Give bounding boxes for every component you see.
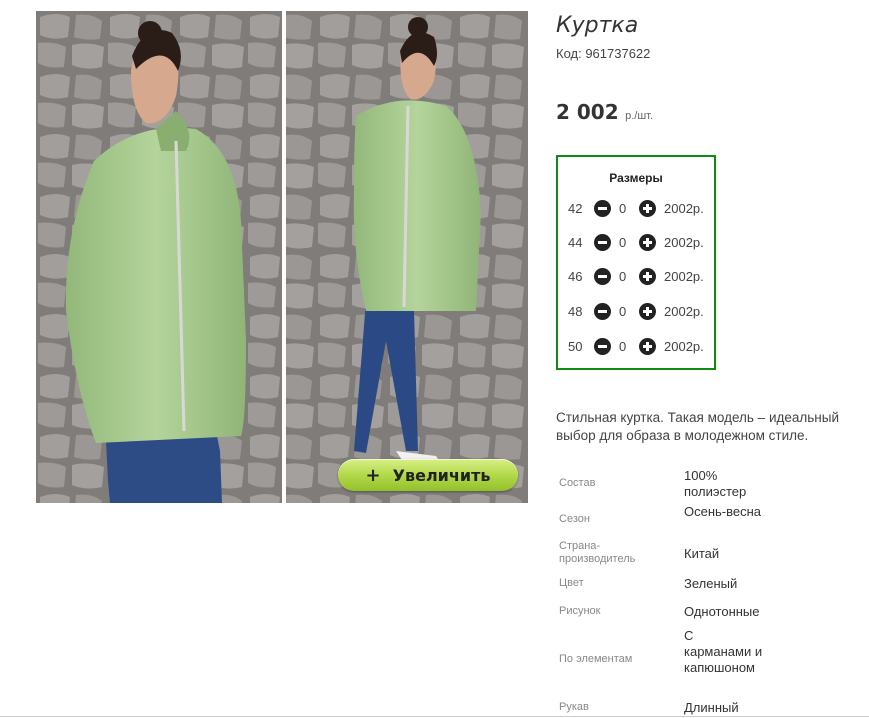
plus-icon[interactable] (639, 268, 656, 285)
size-quantity: 0 (619, 269, 627, 284)
product-image (36, 11, 528, 503)
product-title: Куртка (556, 13, 639, 38)
product-sku: Код: 961737622 (556, 46, 651, 61)
property-name: Страна-производитель (559, 540, 636, 565)
property-name: По элементам (559, 653, 633, 665)
size-row: 50 0 2002р. (558, 336, 714, 358)
property-name: Рисунок (559, 605, 601, 617)
size-row: 42 0 2002р. (558, 198, 714, 220)
plus-icon: + (365, 464, 381, 486)
price-amount: 2 002 (556, 100, 619, 124)
size-label: 48 (568, 304, 583, 319)
minus-icon[interactable] (594, 234, 611, 251)
minus-icon[interactable] (594, 200, 611, 217)
size-row: 44 0 2002р. (558, 232, 714, 254)
size-label: 42 (568, 201, 583, 216)
property-value: Однотонные (684, 604, 760, 619)
product-price: 2 002 р./шт. (556, 100, 653, 124)
size-quantity: 0 (619, 304, 627, 319)
size-row: 48 0 2002р. (558, 301, 714, 323)
plus-icon[interactable] (639, 338, 656, 355)
size-label: 50 (568, 339, 583, 354)
size-quantity: 0 (619, 339, 627, 354)
property-value: 100% полиэстер (684, 468, 747, 499)
minus-icon[interactable] (594, 338, 611, 355)
size-quantity: 0 (619, 201, 627, 216)
zoom-button-label: Увеличить (392, 465, 491, 485)
plus-icon[interactable] (639, 234, 656, 251)
zoom-button[interactable]: + Увеличить (338, 459, 518, 491)
sizes-box: Размеры 42 0 2002р. 44 0 2002р. 46 0 200… (556, 155, 716, 370)
property-name: Рукав (559, 701, 589, 713)
property-value: Зеленый (684, 576, 738, 591)
property-value: С карманами и капюшоном (684, 628, 763, 675)
bottom-divider (0, 716, 869, 717)
size-row: 46 0 2002р. (558, 266, 714, 288)
sizes-title: Размеры (609, 171, 663, 185)
size-price: 2002р. (664, 235, 704, 250)
property-name: Сезон (559, 513, 590, 525)
property-name: Состав (559, 477, 596, 489)
plus-icon[interactable] (639, 303, 656, 320)
size-price: 2002р. (664, 201, 704, 216)
product-photo[interactable]: + Увеличить (36, 11, 528, 503)
property-value: Осень-весна (684, 504, 762, 519)
size-quantity: 0 (619, 235, 627, 250)
plus-icon[interactable] (639, 200, 656, 217)
minus-icon[interactable] (594, 303, 611, 320)
price-unit: р./шт. (625, 110, 654, 122)
property-value: Длинный (684, 700, 739, 715)
size-price: 2002р. (664, 339, 704, 354)
size-label: 44 (568, 235, 583, 250)
size-label: 46 (568, 269, 583, 284)
size-price: 2002р. (664, 269, 704, 284)
product-description: Стильная куртка. Такая модель – идеальны… (556, 410, 839, 443)
property-name: Цвет (559, 577, 584, 589)
minus-icon[interactable] (594, 268, 611, 285)
size-price: 2002р. (664, 304, 704, 319)
property-value: Китай (684, 546, 720, 561)
